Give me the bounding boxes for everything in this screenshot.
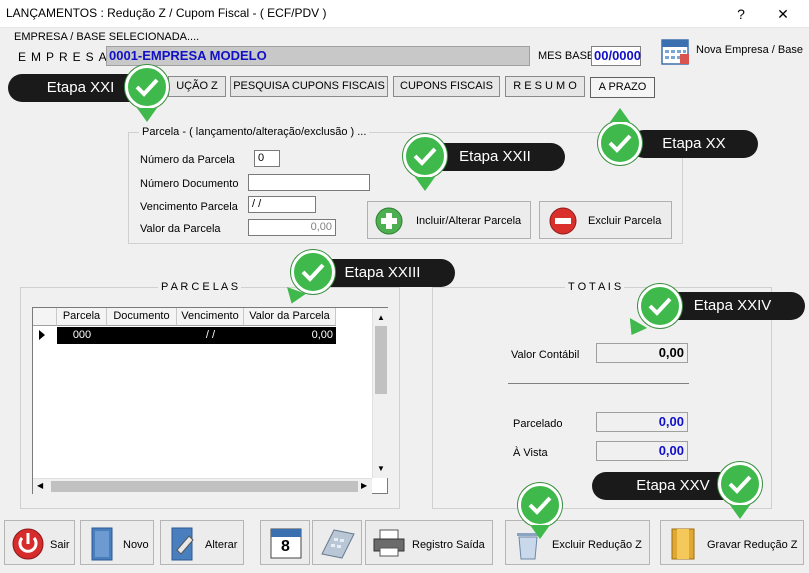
etapa-xxv-pointer [730,505,750,519]
hscroll-thumb[interactable] [51,481,358,492]
nova-empresa-button[interactable]: Nova Empresa / Base [660,36,805,66]
excluir-parcela-button[interactable]: Excluir Parcela [539,201,672,239]
registro-saida-button[interactable]: Registro Saída [365,520,493,565]
incluir-parcela-button[interactable]: Incluir/Alterar Parcela [367,201,531,239]
power-icon [11,527,45,564]
close-button[interactable]: ✕ [772,4,794,24]
etapa-xxi-pointer [137,108,157,122]
grid-horizontal-scrollbar[interactable]: ◀ ▶ [33,478,372,494]
edit-document-icon [169,526,197,565]
incluir-parcela-label: Incluir/Alterar Parcela [416,215,522,227]
etapa-xx-pointer [610,108,630,122]
mes-base-label: MES BASE [538,50,595,62]
excluir-parcela-label: Excluir Parcela [588,215,662,227]
etapa-xxii-check-icon [403,134,447,178]
gravar-reducao-label: Gravar Redução Z [707,539,798,551]
grid-vertical-scrollbar[interactable]: ▲ ▼ [372,308,388,478]
grid-header-valor[interactable]: Valor da Parcela [244,308,336,326]
gravar-reducao-button[interactable]: Gravar Redução Z [660,520,804,565]
valor-contabil-label: Valor Contábil [511,349,580,361]
alterar-label: Alterar [205,539,238,551]
row-pointer-icon [39,330,45,340]
nova-empresa-label: Nova Empresa / Base [696,44,803,56]
calculator-icon [320,526,356,563]
scroll-down-icon[interactable]: ▼ [377,464,385,473]
window-title: LANÇAMENTOS : Redução Z / Cupom Fiscal -… [6,6,327,20]
tab-reducao-z[interactable]: UÇÃO Z [168,76,226,97]
etapa-xxi-check-icon [125,65,169,109]
excluir-reducao-button[interactable]: Excluir Redução Z [505,520,650,565]
tab-resumo[interactable]: R E S U M O [505,76,585,97]
valor-contabil-field: 0,00 [596,343,688,363]
cell-valor: 0,00 [311,329,333,341]
printer-icon [372,528,406,561]
parcelado-label: Parcelado [513,418,563,430]
scroll-right-icon[interactable]: ▶ [361,481,367,490]
parcelas-grid[interactable]: Parcela Documento Vencimento Valor da Pa… [32,307,388,494]
vencimento-parcela-label: Vencimento Parcela [140,201,238,213]
numero-documento-input[interactable] [248,174,370,191]
calendar-icon [660,36,690,69]
avista-label: À Vista [513,447,548,459]
parcelas-title: P A R C E L A S [158,281,242,293]
scroll-left-icon[interactable]: ◀ [37,481,43,490]
mes-base-field: 00/0000 [591,46,641,66]
etapa-xxv-check-icon [718,462,762,506]
etapa-xx-callout: Etapa XX [630,130,758,158]
alterar-button[interactable]: Alterar [160,520,244,565]
grid-header-vencimento[interactable]: Vencimento [177,308,244,326]
table-row[interactable]: 000 / / 0,00 [57,327,336,344]
numero-parcela-input[interactable]: 0 [254,150,280,167]
parcelado-field: 0,00 [596,412,688,432]
excluir-reducao-label: Excluir Redução Z [552,539,642,551]
tab-cupons-fiscais[interactable]: CUPONS FISCAIS [393,76,500,97]
tab-pesquisa-cupons[interactable]: PESQUISA CUPONS FISCAIS [230,76,388,97]
grid-header-parcela[interactable]: Parcela [57,308,107,326]
sair-label: Sair [50,539,70,551]
calendar-day: 8 [281,538,290,555]
etapa-xxiii-check-icon [291,250,335,294]
folder-save-icon [669,526,697,565]
novo-label: Novo [123,539,149,551]
calculator-button[interactable] [312,520,362,565]
cell-vencimento: / / [205,329,216,341]
etapa-xxiv-check-icon [638,284,682,328]
etapa-xx-check-icon [598,121,642,165]
empresa-field: 0001-EMPRESA MODELO [106,46,530,66]
numero-documento-label: Número Documento [140,178,239,190]
vencimento-parcela-input[interactable]: / / [248,196,316,213]
new-document-icon [89,526,115,565]
totais-divider [508,383,689,384]
cell-parcela: 000 [72,329,92,341]
sair-button[interactable]: Sair [4,520,75,565]
tab-a-prazo[interactable]: A PRAZO [590,77,655,98]
parcela-form-title: Parcela - ( lançamento/alteração/exclusã… [139,126,370,138]
numero-parcela-label: Número da Parcela [140,154,235,166]
registro-saida-label: Registro Saída [412,539,485,551]
calendar-button[interactable]: 8 [260,520,310,565]
minus-icon [548,206,578,239]
scroll-thumb[interactable] [375,326,387,394]
grid-indicator-header [33,308,57,326]
excluir-reducao-check-icon [518,483,562,527]
novo-button[interactable]: Novo [80,520,154,565]
grid-header-documento[interactable]: Documento [107,308,177,326]
help-button[interactable]: ? [730,4,752,24]
plus-icon [374,206,404,239]
scroll-up-icon[interactable]: ▲ [377,313,385,322]
empresa-label: EMPRESA [18,50,112,64]
valor-parcela-input[interactable]: 0,00 [248,219,336,236]
etapa-xxii-pointer [415,177,435,191]
excluir-reducao-pointer [530,525,550,539]
avista-field: 0,00 [596,441,688,461]
header-label: EMPRESA / BASE SELECIONADA.... [14,31,200,43]
valor-parcela-label: Valor da Parcela [140,223,221,235]
totais-title: T O T A I S [565,281,625,293]
